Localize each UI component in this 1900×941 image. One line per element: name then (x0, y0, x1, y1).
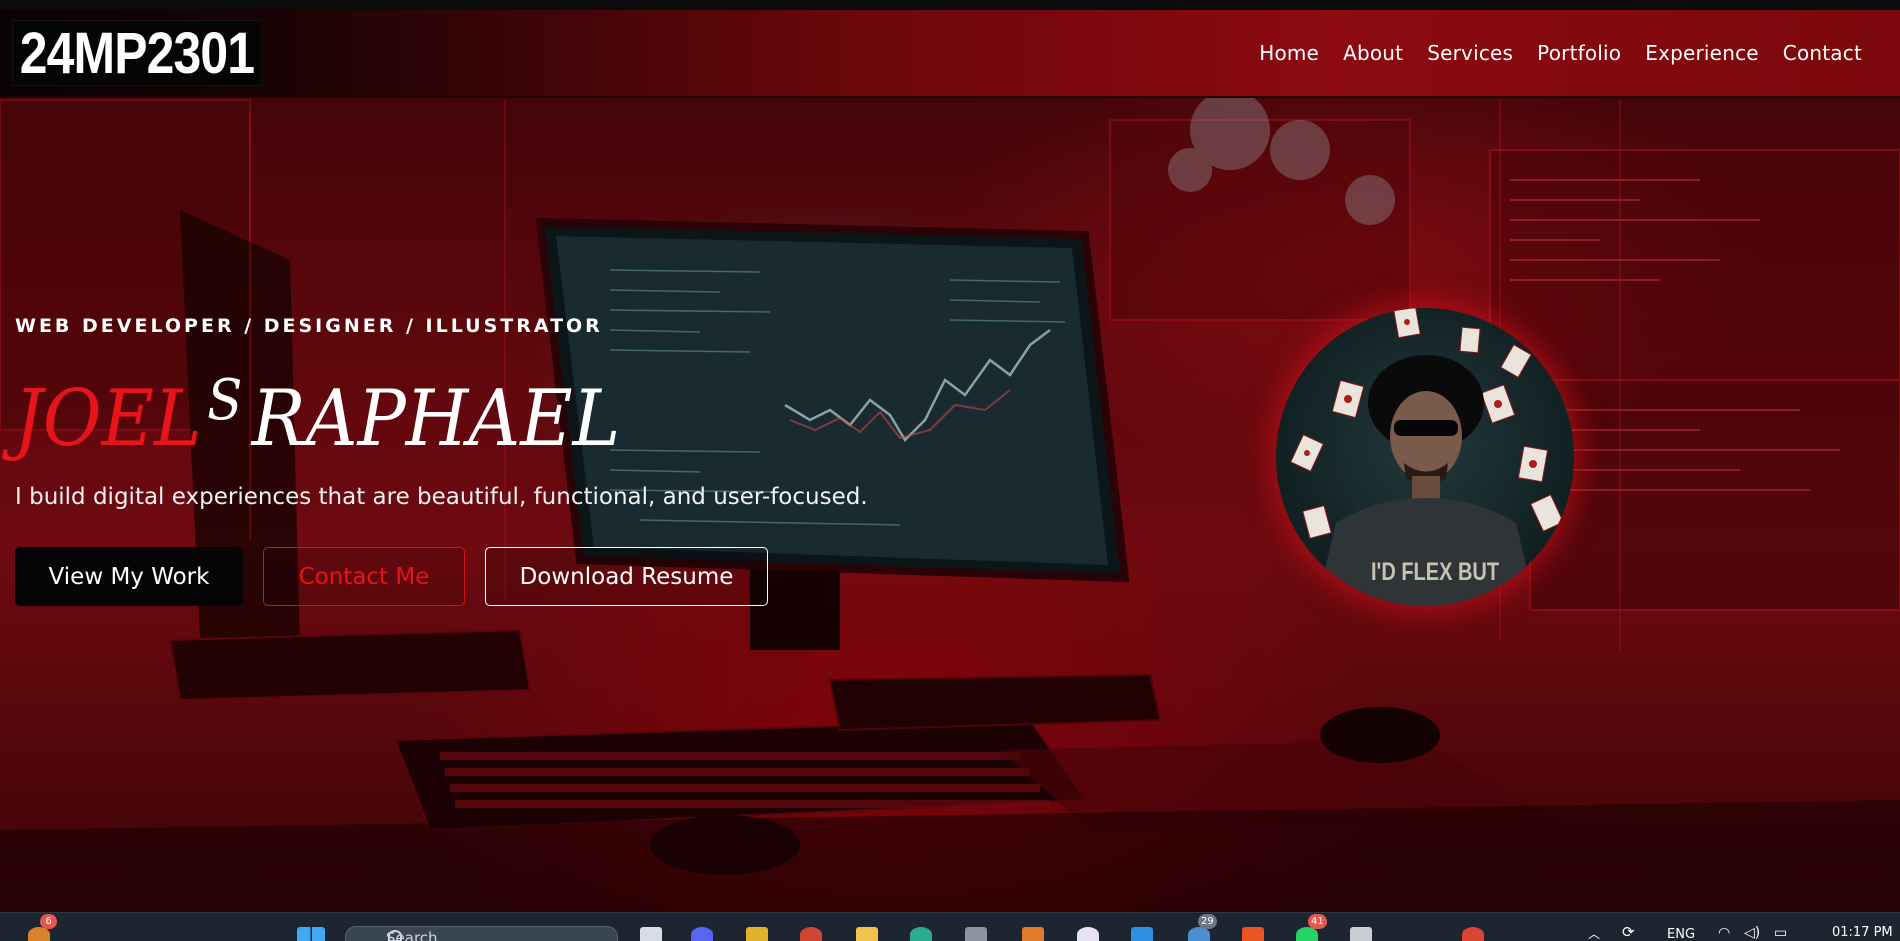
volume-icon[interactable]: ◁) (1744, 925, 1760, 941)
app-purple-icon[interactable] (1077, 927, 1099, 941)
navbar: 24MP2301 Home About Services Portfolio E… (0, 10, 1900, 98)
chrome-icon[interactable] (1462, 927, 1484, 941)
vscode-icon[interactable] (1131, 927, 1153, 941)
app-gray-icon[interactable] (965, 927, 987, 941)
chrome-profile-icon[interactable] (800, 927, 822, 941)
task-view-icon[interactable] (640, 927, 662, 941)
contact-me-button[interactable]: Contact Me (263, 547, 465, 606)
nav-links: Home About Services Portfolio Experience… (1247, 41, 1874, 65)
search-icon (388, 930, 402, 941)
nav-link-services[interactable]: Services (1415, 41, 1525, 65)
hero-name: JOELS RAPHAEL (14, 356, 620, 464)
battery-icon[interactable]: ▭ (1774, 925, 1787, 941)
start-menu-icon[interactable] (297, 927, 325, 941)
widgets-badge: 6 (40, 914, 57, 929)
app-blue-badge: 29 (1198, 914, 1217, 929)
terminal-icon[interactable] (1350, 927, 1372, 941)
hero-name-middle: S (207, 368, 243, 433)
language-indicator[interactable]: ENG (1667, 927, 1695, 941)
download-resume-button[interactable]: Download Resume (485, 547, 768, 606)
top-edge-bar (0, 0, 1900, 10)
app-orange-icon[interactable] (1022, 927, 1044, 941)
widgets-icon[interactable] (28, 927, 50, 941)
site-logo[interactable]: 24MP2301 (12, 20, 262, 86)
os-taskbar: 6 Search 29 41 ︿ ⟳ ENG ◠ ◁) ▭ 01:17 PM (0, 912, 1900, 941)
clock-time[interactable]: 01:17 PM (1832, 925, 1893, 940)
nav-link-home[interactable]: Home (1247, 41, 1331, 65)
nav-link-portfolio[interactable]: Portfolio (1525, 41, 1633, 65)
wifi-icon[interactable]: ◠ (1718, 925, 1730, 941)
avatar-shirt-text: I'D FLEX BUT (1371, 558, 1500, 586)
app-blue-icon[interactable] (1188, 927, 1210, 941)
hero-name-last: RAPHAEL (251, 374, 621, 464)
nav-link-experience[interactable]: Experience (1633, 41, 1771, 65)
hero-tagline: I build digital experiences that are bea… (15, 484, 868, 510)
hero-kicker: WEB DEVELOPER / DESIGNER / ILLUSTRATOR (15, 315, 603, 337)
chevron-up-icon[interactable]: ︿ (1588, 925, 1600, 941)
profile-avatar: I'D FLEX BUT (1276, 308, 1574, 606)
whatsapp-icon[interactable] (1296, 927, 1318, 941)
taskbar-search-input[interactable]: Search (345, 926, 618, 941)
file-explorer-icon[interactable] (856, 927, 878, 941)
whatsapp-badge: 41 (1308, 914, 1327, 929)
sync-icon[interactable]: ⟳ (1622, 923, 1635, 941)
nav-link-about[interactable]: About (1331, 41, 1415, 65)
nav-link-contact[interactable]: Contact (1771, 41, 1874, 65)
ubuntu-icon[interactable] (1242, 927, 1264, 941)
discord-icon[interactable] (691, 927, 713, 941)
edge-browser-icon[interactable] (910, 927, 932, 941)
hero-name-first: JOEL (14, 374, 202, 464)
view-my-work-button[interactable]: View My Work (15, 547, 243, 606)
app-yellow-icon[interactable] (746, 927, 768, 941)
